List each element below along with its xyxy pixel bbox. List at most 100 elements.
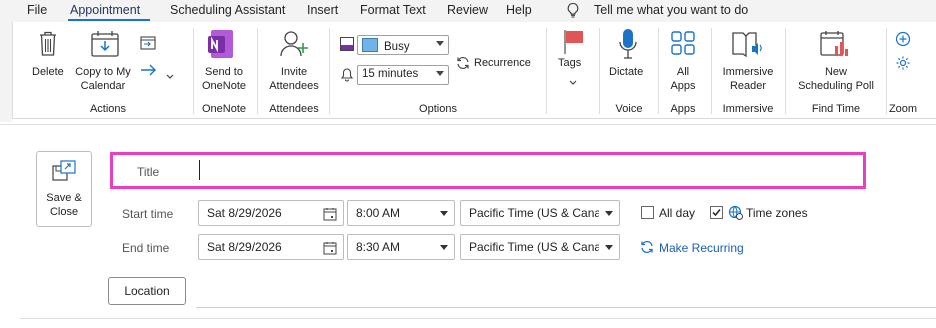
group-label-find-time: Find Time [811,103,861,115]
menu-help[interactable]: Help [506,3,532,17]
save-close-label-2: Close [49,206,79,218]
end-date-value: Sat 8/29/2026 [207,240,282,254]
immersive-reader-icon[interactable] [731,29,765,62]
chevron-down-icon [436,71,444,76]
delete-button[interactable]: Delete [32,65,64,79]
location-button[interactable]: Location [108,277,186,305]
title-field-highlight[interactable]: Title [110,152,866,189]
globe-clock-icon [728,205,743,223]
microphone-icon[interactable] [618,28,638,63]
all-apps-button[interactable]: All Apps [663,65,703,93]
delete-icon[interactable] [38,30,58,61]
end-timezone-dropdown[interactable]: Pacific Time (US & Cana [460,234,620,260]
time-zones-label: Time zones [746,206,808,220]
invite-attendees-icon[interactable] [279,29,309,62]
reminder-dropdown[interactable]: 15 minutes [357,65,449,85]
onenote-icon[interactable] [207,29,235,62]
end-time-value: 8:30 AM [356,240,401,254]
calendar-picker-icon[interactable] [323,207,337,224]
end-time-dropdown[interactable]: 8:30 AM [347,234,455,260]
copy-to-my-calendar-label-2: Calendar [80,80,126,92]
time-zones-checkbox[interactable] [710,206,723,219]
bell-icon [340,66,354,85]
lightbulb-icon [566,2,580,22]
new-scheduling-poll-label-1: New [824,66,847,78]
zoom-plus-icon[interactable] [895,31,911,50]
ribbon-separator [785,28,786,114]
ribbon-separator [658,28,659,114]
scheduling-poll-icon[interactable] [819,29,849,62]
calendar-copy-icon[interactable] [90,28,120,63]
ribbon-separator [546,28,547,114]
group-label-attendees: Attendees [269,103,319,115]
checkmark-icon [712,209,721,217]
group-label-actions: Actions [89,103,127,115]
location-input-underline [196,307,936,308]
tags-button[interactable]: Tags [558,56,581,70]
menu-scheduling-assistant[interactable]: Scheduling Assistant [170,3,285,17]
window-left-edge [0,22,12,122]
immersive-reader-button[interactable]: Immersive Reader [717,65,779,93]
busy-color-chip [362,38,378,52]
tell-me-search[interactable]: Tell me what you want to do [594,3,748,17]
save-close-label: Save & Close [37,191,91,219]
chevron-down-icon [605,245,613,250]
all-apps-icon[interactable] [670,30,696,59]
all-day-checkbox[interactable] [641,206,654,219]
chevron-down-icon [440,211,448,216]
start-timezone-value: Pacific Time (US & Cana [469,206,599,220]
menu-format-text[interactable]: Format Text [360,3,426,17]
ribbon-separator [257,28,258,114]
save-close-label-1: Save & [46,192,82,204]
invite-attendees-label-1: Invite [280,66,308,78]
immersive-reader-label-2: Reader [729,80,767,92]
calendar-small-icon[interactable] [140,35,156,54]
tag-flag-icon[interactable] [563,29,585,58]
end-date-field[interactable]: Sat 8/29/2026 [198,234,344,260]
chevron-down-icon[interactable] [166,69,174,83]
calendar-picker-icon[interactable] [323,241,337,258]
recurrence-button[interactable]: Recurrence [474,56,531,70]
recurrence-icon[interactable] [456,56,470,73]
end-time-label: End time [122,241,170,255]
reminder-value: 15 minutes [362,68,419,80]
start-date-field[interactable]: Sat 8/29/2026 [198,200,344,226]
settings-gear-icon[interactable] [895,55,911,74]
save-close-button[interactable]: Save & Close [36,151,92,227]
group-label-onenote: OneNote [201,103,247,115]
new-scheduling-poll-label-2: Scheduling Poll [798,80,874,92]
show-as-color-icon [340,37,354,54]
send-to-onenote-label-2: OneNote [201,80,247,92]
send-to-onenote-button[interactable]: Send to OneNote [199,65,249,93]
send-to-onenote-label-1: Send to [205,66,243,78]
group-label-zoom: Zoom [888,103,918,115]
start-date-value: Sat 8/29/2026 [207,206,282,220]
invite-attendees-button[interactable]: Invite Attendees [266,65,322,93]
end-timezone-value: Pacific Time (US & Cana [469,240,599,254]
menu-insert[interactable]: Insert [307,3,338,17]
dictate-button[interactable]: Dictate [609,65,643,79]
start-timezone-dropdown[interactable]: Pacific Time (US & Cana [460,200,620,226]
group-label-voice: Voice [615,103,643,115]
new-scheduling-poll-button[interactable]: New Scheduling Poll [793,65,879,93]
make-recurring-link[interactable]: Make Recurring [659,241,744,255]
chevron-down-icon[interactable] [569,75,577,89]
all-apps-label-1: All [676,66,690,78]
copy-to-my-calendar-button[interactable]: Copy to My Calendar [73,65,133,93]
ribbon-separator [329,28,330,114]
show-as-dropdown[interactable]: Busy [357,35,449,55]
save-close-icon [52,160,76,185]
immersive-reader-label-1: Immersive [722,66,774,78]
menu-file[interactable]: File [27,3,47,17]
menu-appointment[interactable]: Appointment [70,3,140,17]
forward-arrow-icon[interactable] [140,64,158,79]
all-day-label: All day [659,206,696,220]
start-time-dropdown[interactable]: 8:00 AM [347,200,455,226]
ribbon-separator [711,28,712,114]
active-tab-indicator [68,19,150,21]
chevron-down-icon [440,245,448,250]
show-as-value: Busy [384,41,410,53]
group-label-options: Options [419,103,457,115]
recurrence-icon[interactable] [640,240,654,257]
menu-review[interactable]: Review [447,3,488,17]
